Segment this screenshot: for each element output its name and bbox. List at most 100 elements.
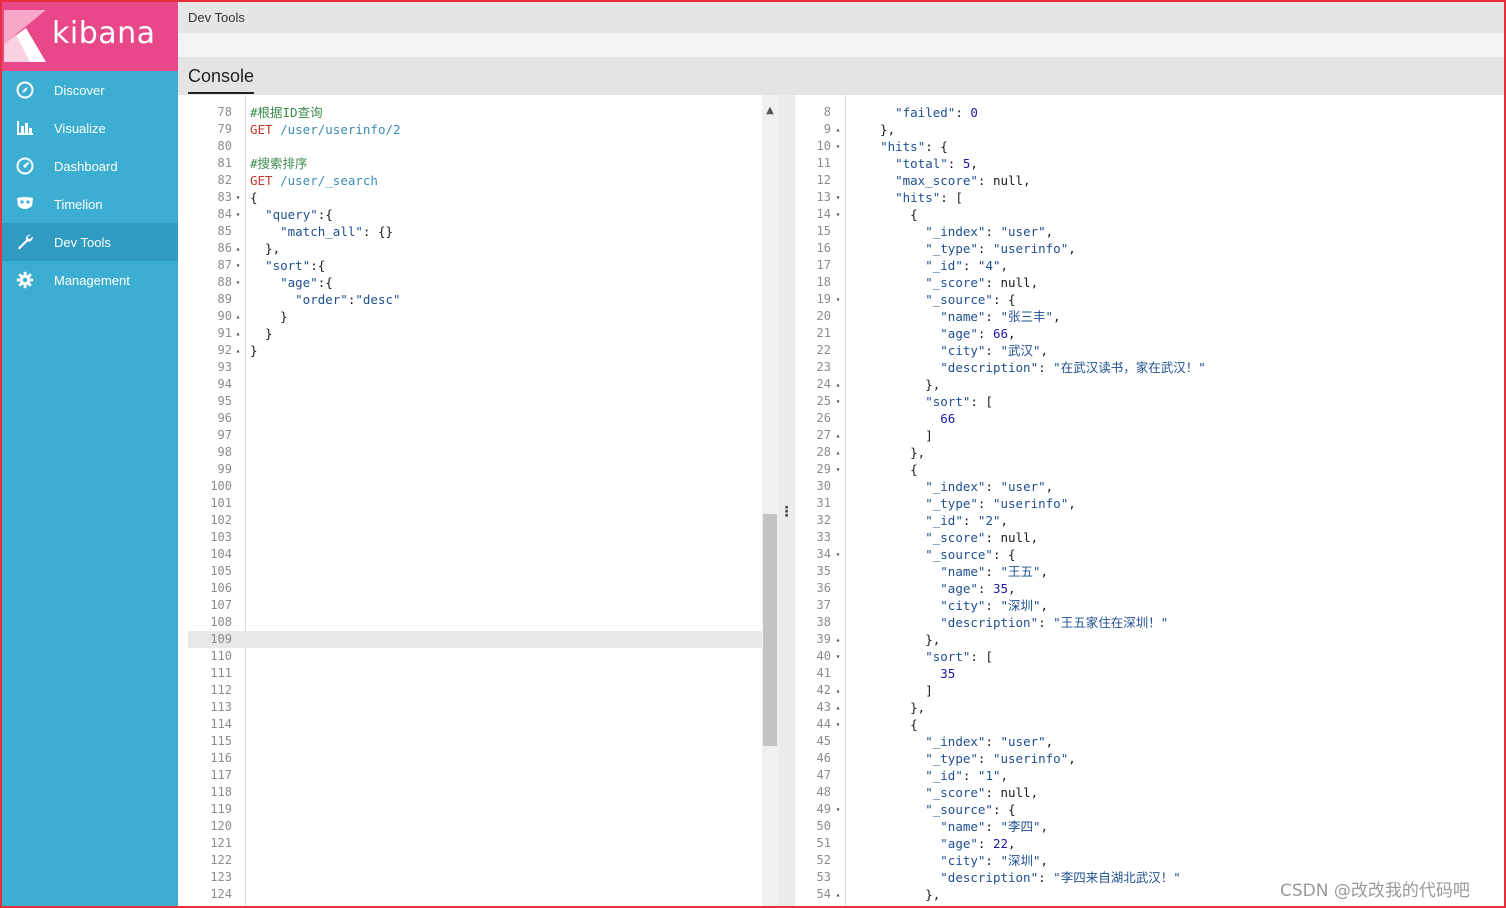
fold-close-icon[interactable]: ▴: [833, 121, 843, 138]
fold-close-icon[interactable]: ▴: [233, 342, 243, 359]
fold-open-icon[interactable]: ▾: [833, 461, 843, 478]
fold-open-icon[interactable]: ▾: [833, 801, 843, 818]
code-line[interactable]: 8 "failed": 0: [795, 104, 1504, 121]
request-scrollbar-thumb[interactable]: [763, 514, 777, 746]
request-editor[interactable]: 78 #根据ID查询 79 GET /user/userinfo/2 80 81 #搜索排序…: [188, 95, 778, 908]
code-line[interactable]: 94: [188, 376, 778, 393]
code-line[interactable]: 40 ▾ "sort": [: [795, 648, 1504, 665]
pane-resizer[interactable]: [778, 95, 795, 908]
fold-open-icon[interactable]: ▾: [833, 189, 843, 206]
code-line[interactable]: 18 "_score": null,: [795, 274, 1504, 291]
code-line[interactable]: 91 ▴ }: [188, 325, 778, 342]
code-line[interactable]: 9 ▴ },: [795, 121, 1504, 138]
code-line[interactable]: 28 ▴ },: [795, 444, 1504, 461]
code-line[interactable]: 46 "_type": "userinfo",: [795, 750, 1504, 767]
code-line[interactable]: 24 ▴ },: [795, 376, 1504, 393]
fold-close-icon[interactable]: ▴: [233, 240, 243, 257]
code-line[interactable]: 116: [188, 750, 778, 767]
code-line[interactable]: 104: [188, 546, 778, 563]
code-line[interactable]: 26 66: [795, 410, 1504, 427]
code-line[interactable]: 45 "_index": "user",: [795, 733, 1504, 750]
code-line[interactable]: 95: [188, 393, 778, 410]
code-line[interactable]: 102: [188, 512, 778, 529]
code-line[interactable]: 121: [188, 835, 778, 852]
code-line[interactable]: 80: [188, 138, 778, 155]
fold-close-icon[interactable]: ▴: [833, 699, 843, 716]
code-line[interactable]: 84 ▾ "query":{: [188, 206, 778, 223]
code-line[interactable]: 19 ▾ "_source": {: [795, 291, 1504, 308]
code-line[interactable]: 10 ▾ "hits": {: [795, 138, 1504, 155]
code-line[interactable]: 16 "_type": "userinfo",: [795, 240, 1504, 257]
code-line[interactable]: 36 "age": 35,: [795, 580, 1504, 597]
code-line[interactable]: 44 ▾ {: [795, 716, 1504, 733]
fold-open-icon[interactable]: ▾: [833, 393, 843, 410]
code-line[interactable]: 97: [188, 427, 778, 444]
fold-open-icon[interactable]: ▾: [833, 716, 843, 733]
fold-open-icon[interactable]: ▾: [233, 189, 243, 206]
code-line[interactable]: 117: [188, 767, 778, 784]
code-line[interactable]: 41 35: [795, 665, 1504, 682]
code-line[interactable]: 101: [188, 495, 778, 512]
sidebar-item-discover[interactable]: Discover: [2, 71, 178, 109]
code-line[interactable]: 115: [188, 733, 778, 750]
code-line[interactable]: 85 "match_all": {}: [188, 223, 778, 240]
code-line[interactable]: 32 "_id": "2",: [795, 512, 1504, 529]
code-line[interactable]: 47 "_id": "1",: [795, 767, 1504, 784]
code-line[interactable]: 30 "_index": "user",: [795, 478, 1504, 495]
request-code[interactable]: 78 #根据ID查询 79 GET /user/userinfo/2 80 81 #搜索排序…: [188, 104, 778, 903]
code-line[interactable]: 81 #搜索排序: [188, 155, 778, 172]
sidebar-item-dev-tools[interactable]: Dev Tools: [2, 223, 178, 261]
code-line[interactable]: 82 GET /user/_search: [188, 172, 778, 189]
code-line[interactable]: 11 "total": 5,: [795, 155, 1504, 172]
code-line[interactable]: 50 "name": "李四",: [795, 818, 1504, 835]
response-code[interactable]: 8 "failed": 0 9 ▴ }, 10 ▾ "hits": {11 "total…: [795, 104, 1504, 903]
code-line[interactable]: 79 GET /user/userinfo/2: [188, 121, 778, 138]
fold-close-icon[interactable]: ▴: [233, 308, 243, 325]
code-line[interactable]: 22 "city": "武汉",: [795, 342, 1504, 359]
code-line[interactable]: 13 ▾ "hits": [: [795, 189, 1504, 206]
sidebar-item-management[interactable]: Management: [2, 261, 178, 299]
code-line[interactable]: 89 "order":"desc": [188, 291, 778, 308]
code-line[interactable]: 35 "name": "王五",: [795, 563, 1504, 580]
code-line[interactable]: 12 "max_score": null,: [795, 172, 1504, 189]
code-line[interactable]: 29 ▾ {: [795, 461, 1504, 478]
request-scrollbar[interactable]: [762, 95, 778, 908]
fold-close-icon[interactable]: ▴: [833, 444, 843, 461]
fold-open-icon[interactable]: ▾: [233, 274, 243, 291]
code-line[interactable]: 31 "_type": "userinfo",: [795, 495, 1504, 512]
code-line[interactable]: 96: [188, 410, 778, 427]
code-line[interactable]: 51 "age": 22,: [795, 835, 1504, 852]
code-line[interactable]: 106: [188, 580, 778, 597]
code-line[interactable]: 112: [188, 682, 778, 699]
sidebar-item-dashboard[interactable]: Dashboard: [2, 147, 178, 185]
code-line[interactable]: 122: [188, 852, 778, 869]
fold-open-icon[interactable]: ▾: [833, 648, 843, 665]
code-line[interactable]: 78 #根据ID查询: [188, 104, 778, 121]
code-line[interactable]: 120: [188, 818, 778, 835]
scroll-up-icon[interactable]: ▲: [762, 105, 778, 116]
code-line[interactable]: 21 "age": 66,: [795, 325, 1504, 342]
code-line[interactable]: 107: [188, 597, 778, 614]
code-line[interactable]: 34 ▾ "_source": {: [795, 546, 1504, 563]
code-line[interactable]: 88 ▾ "age":{: [188, 274, 778, 291]
code-line[interactable]: 111: [188, 665, 778, 682]
code-line[interactable]: 92 ▴}: [188, 342, 778, 359]
code-line[interactable]: 98: [188, 444, 778, 461]
fold-close-icon[interactable]: ▴: [833, 886, 843, 903]
code-line[interactable]: 123: [188, 869, 778, 886]
code-line[interactable]: 43 ▴ },: [795, 699, 1504, 716]
fold-open-icon[interactable]: ▾: [833, 206, 843, 223]
fold-open-icon[interactable]: ▾: [233, 257, 243, 274]
code-line[interactable]: 52 "city": "深圳",: [795, 852, 1504, 869]
fold-open-icon[interactable]: ▾: [833, 291, 843, 308]
code-line[interactable]: 42 ▴ ]: [795, 682, 1504, 699]
kibana-logo[interactable]: kibana: [2, 2, 178, 71]
code-line[interactable]: 83 ▾ {: [188, 189, 778, 206]
fold-close-icon[interactable]: ▴: [833, 631, 843, 648]
fold-open-icon[interactable]: ▾: [233, 206, 243, 223]
response-viewer[interactable]: 8 "failed": 0 9 ▴ }, 10 ▾ "hits": {11 "total…: [795, 95, 1504, 908]
code-line[interactable]: 109: [188, 631, 778, 648]
fold-close-icon[interactable]: ▴: [233, 325, 243, 342]
code-line[interactable]: 93: [188, 359, 778, 376]
code-line[interactable]: 48 "_score": null,: [795, 784, 1504, 801]
